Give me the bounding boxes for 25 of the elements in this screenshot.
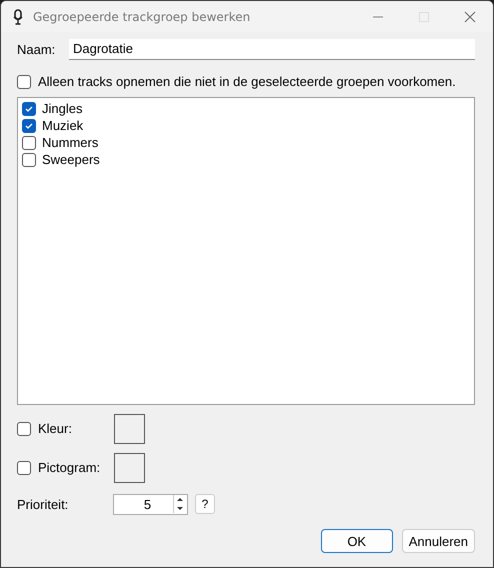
name-field[interactable]: Dagrotatie [69,38,475,60]
checkbox[interactable] [17,460,31,474]
color-label: Kleur: [38,421,73,436]
checkbox[interactable] [17,422,31,436]
priority-label: Prioriteit: [17,496,70,512]
dialog-button[interactable]: Annuleren [402,529,475,553]
checkbox[interactable] [17,74,31,88]
help-button[interactable]: ? [195,494,215,514]
icon-picker[interactable] [114,452,145,482]
checkbox[interactable] [22,152,36,166]
checkbox[interactable] [22,136,36,150]
checkbox[interactable] [22,102,36,116]
list-item-label[interactable]: Muziek [42,118,84,133]
microphone-icon [13,8,23,24]
list-item-label[interactable]: Jingles [42,101,82,116]
dialog-button[interactable]: OK [320,529,393,553]
color-swatch[interactable] [114,414,145,444]
list-item-label[interactable]: Nummers [42,135,98,150]
list-item-label[interactable]: Sweepers [42,152,100,167]
priority-spinbox[interactable]: 5 [113,494,188,514]
name-label: Naam: [17,42,56,56]
icon-label: Pictogram: [38,460,102,475]
window-title: Gegroepeerde trackgroep bewerken [33,10,250,24]
checkbox-label: Alleen tracks opnemen die niet in de geselecteerde groepen voorkomen. [38,74,456,89]
checkbox[interactable] [22,118,36,132]
